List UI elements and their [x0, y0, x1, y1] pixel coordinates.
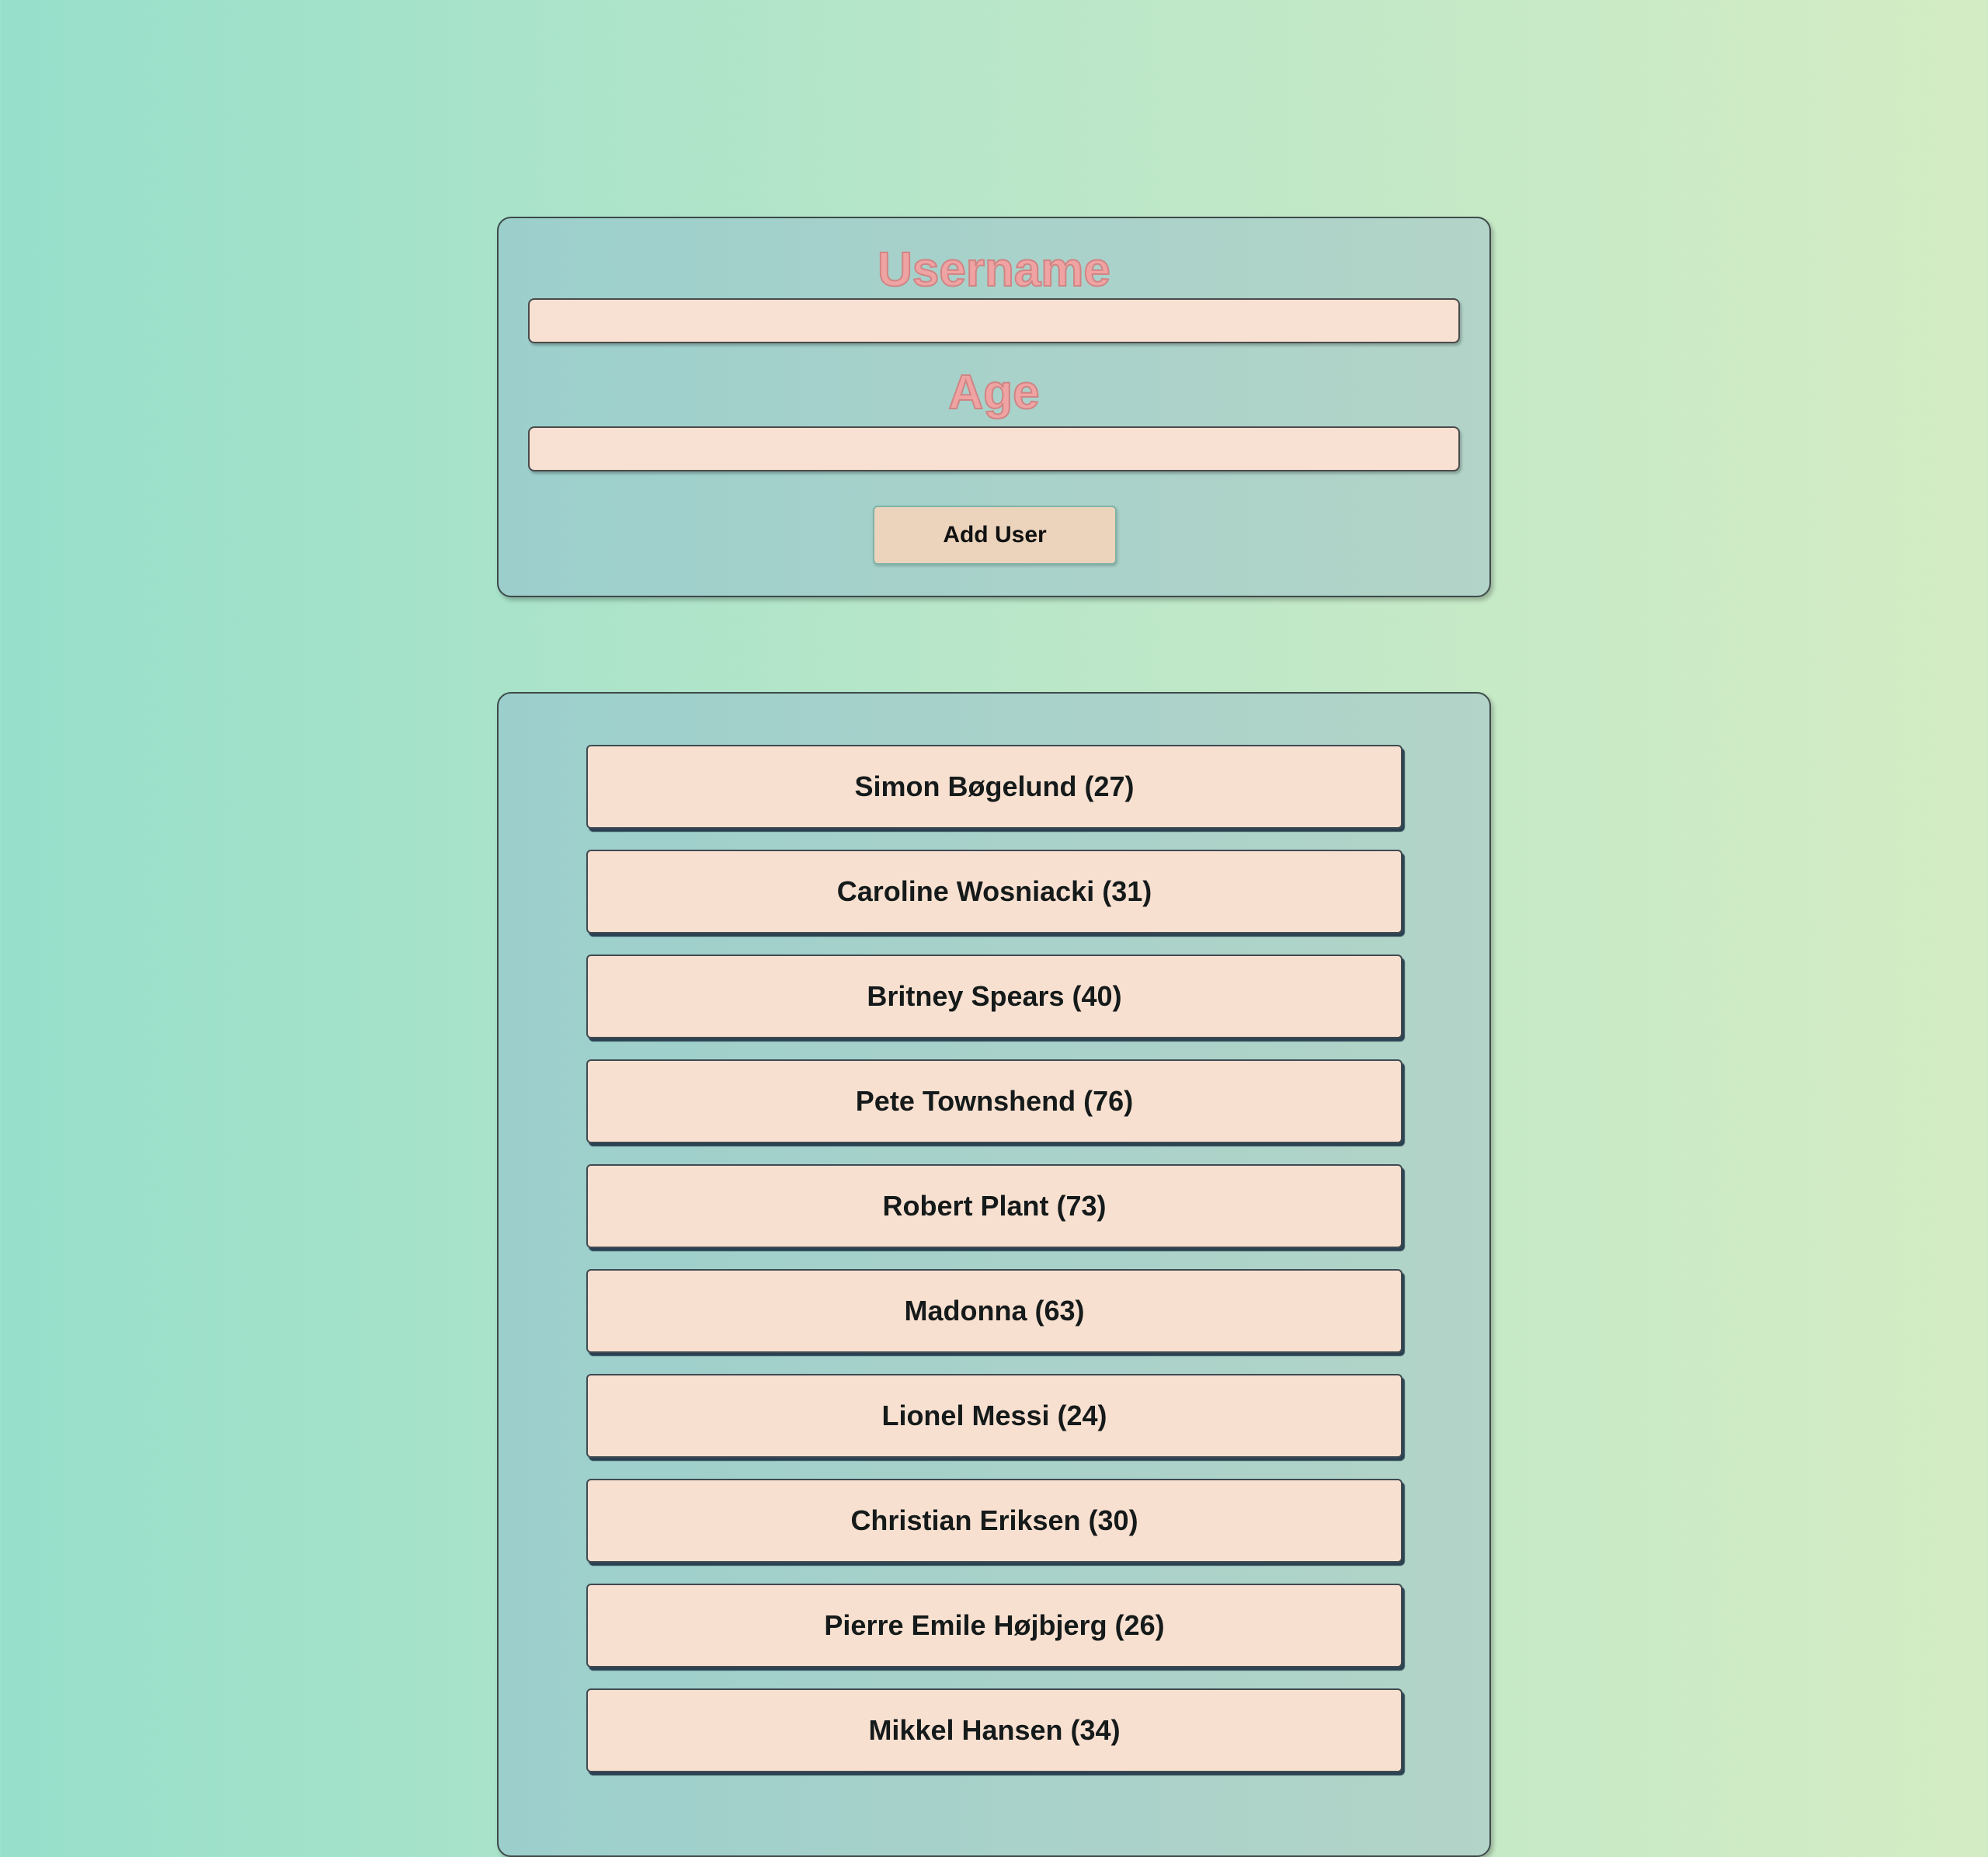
add-user-button[interactable]: Add User [873, 506, 1117, 565]
age-label: Age [947, 366, 1040, 419]
add-user-form: Username Age Add User [497, 217, 1491, 597]
user-list-item[interactable]: Pete Townshend (76) [586, 1059, 1402, 1143]
user-list-item[interactable]: Pierre Emile Højbjerg (26) [586, 1584, 1402, 1667]
user-list-item[interactable]: Britney Spears (40) [586, 955, 1402, 1038]
user-list-item[interactable]: Lionel Messi (24) [586, 1374, 1402, 1458]
user-list: Simon Bøgelund (27) Caroline Wosniacki (… [586, 745, 1402, 1793]
user-list-panel: Simon Bøgelund (27) Caroline Wosniacki (… [497, 692, 1491, 1857]
user-list-item[interactable]: Mikkel Hansen (34) [586, 1688, 1402, 1772]
user-list-item[interactable]: Simon Bøgelund (27) [586, 745, 1402, 829]
username-label: Username [877, 243, 1111, 297]
user-list-item[interactable]: Caroline Wosniacki (31) [586, 850, 1402, 934]
age-input[interactable] [528, 426, 1460, 471]
user-list-item[interactable]: Christian Eriksen (30) [586, 1479, 1402, 1563]
username-input[interactable] [528, 298, 1460, 343]
user-list-item[interactable]: Robert Plant (73) [586, 1164, 1402, 1248]
user-list-item[interactable]: Madonna (63) [586, 1269, 1402, 1353]
